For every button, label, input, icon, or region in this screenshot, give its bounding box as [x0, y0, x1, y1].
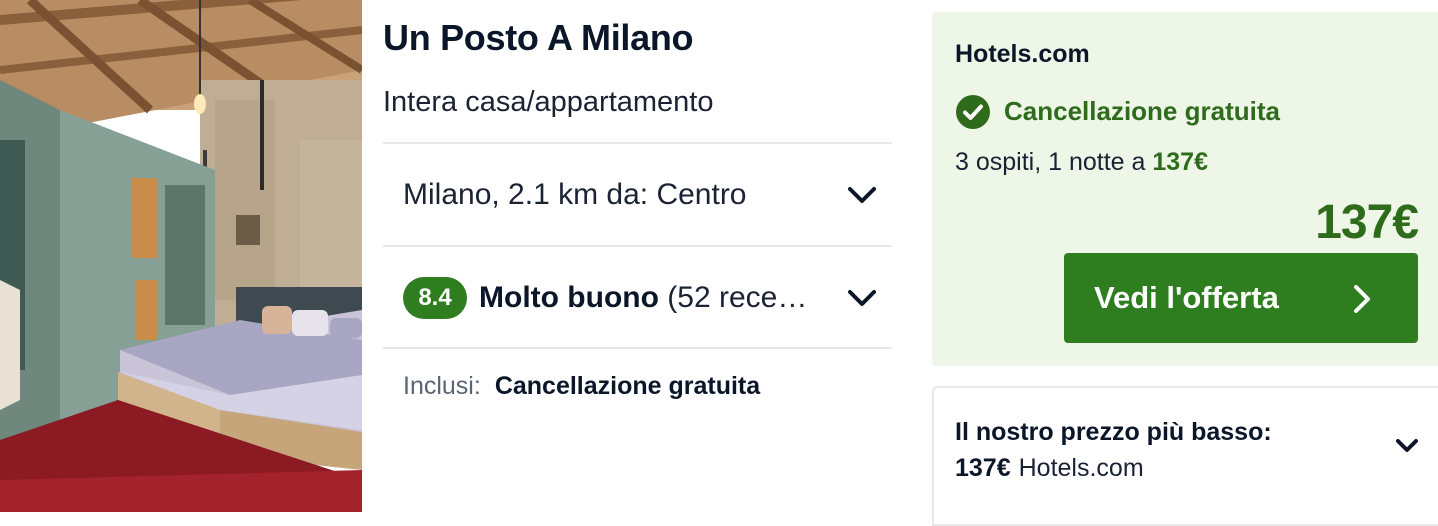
- rating-row[interactable]: 8.4 Molto buono (52 recensioni): [383, 248, 892, 348]
- property-type: Intera casa/appartamento: [383, 86, 714, 118]
- included-value: Cancellazione gratuita: [494, 372, 761, 400]
- guests-nights-text: 3 ospiti, 1 notte a 137€: [955, 148, 1208, 177]
- nightly-price: 137€: [1152, 148, 1208, 176]
- listing-info: Un Posto A Milano Intera casa/appartamen…: [383, 0, 892, 512]
- hotel-photo[interactable]: [0, 0, 362, 512]
- guests-text: 3 ospiti, 1 notte a: [955, 148, 1146, 176]
- location-row[interactable]: Milano, 2.1 km da: Centro: [383, 145, 892, 245]
- chevron-down-icon: [848, 290, 876, 306]
- total-price: 137€: [1315, 196, 1419, 249]
- offer-card[interactable]: Hotels.com Cancellazione gratuita 3 ospi…: [932, 12, 1438, 366]
- view-offer-button[interactable]: Vedi l'offerta: [1064, 253, 1418, 343]
- lowest-price-card[interactable]: Il nostro prezzo più basso: 137€ Hotels.c…: [932, 386, 1438, 526]
- lowest-price-title: Il nostro prezzo più basso:: [955, 418, 1272, 446]
- rating-label: Molto buono: [479, 281, 659, 314]
- rating-text: Molto buono (52 recensioni): [479, 281, 824, 315]
- divider: [383, 347, 892, 349]
- check-circle-icon: [956, 95, 990, 129]
- included-amenities: Inclusi: Cancellazione gratuita: [403, 372, 760, 401]
- hotel-photo-image: [0, 0, 362, 512]
- included-label: Inclusi:: [403, 372, 481, 400]
- lowest-price-value: 137€: [955, 454, 1011, 482]
- divider: [383, 245, 892, 247]
- lowest-price-line: 137€ Hotels.com: [955, 454, 1144, 483]
- lowest-price-provider: Hotels.com: [1018, 454, 1144, 482]
- divider: [383, 142, 892, 144]
- chevron-down-icon: [1396, 439, 1418, 452]
- hotel-title[interactable]: Un Posto A Milano: [383, 17, 694, 59]
- rating-badge: 8.4: [403, 277, 467, 319]
- chevron-down-icon: [848, 187, 876, 203]
- chevron-right-icon: [1354, 285, 1370, 313]
- free-cancellation-label: Cancellazione gratuita: [1004, 96, 1280, 126]
- location-text: Milano, 2.1 km da: Centro: [403, 178, 747, 211]
- review-count: (52 recensioni): [667, 281, 824, 314]
- view-offer-label: Vedi l'offerta: [1094, 280, 1279, 315]
- offer-provider: Hotels.com: [955, 40, 1090, 68]
